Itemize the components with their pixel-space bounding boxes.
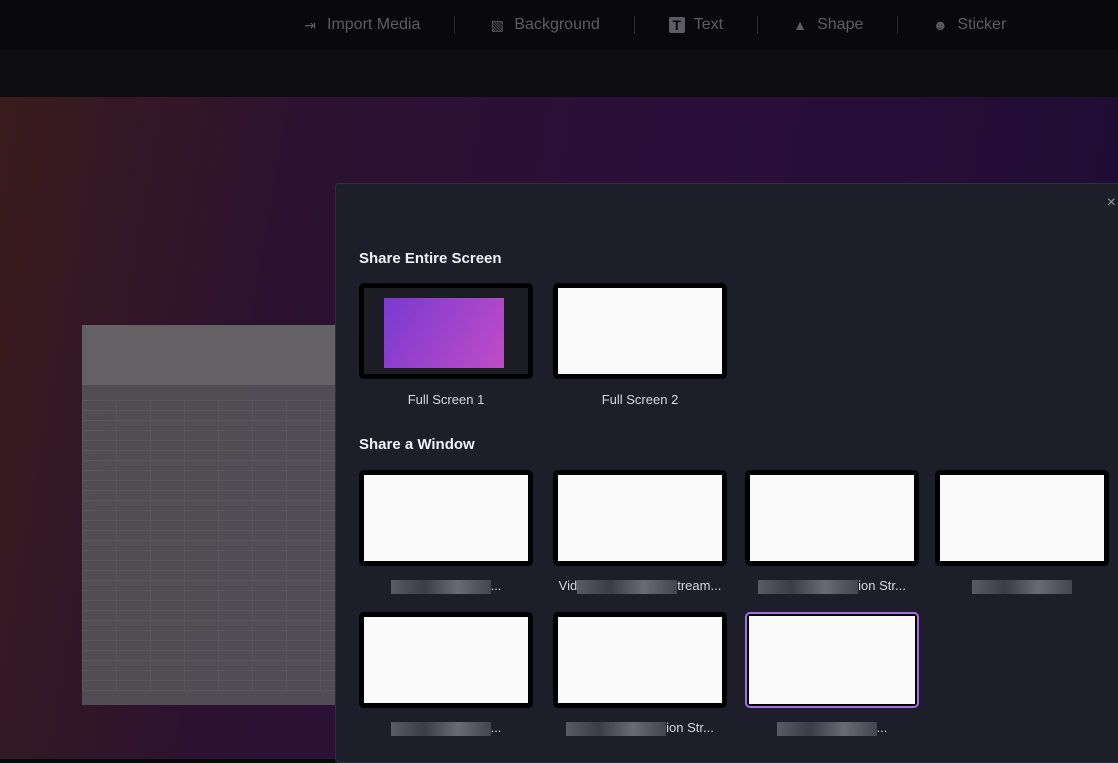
window-thumbnail-3[interactable]	[745, 470, 919, 566]
sticker-icon: ☻	[933, 17, 948, 33]
thumbnail-image	[558, 288, 722, 374]
window-label: ion Str...	[553, 720, 727, 736]
window-thumbnail-5[interactable]	[359, 612, 533, 708]
window-label: Vid tream...	[553, 578, 727, 594]
label-text: Vid	[558, 578, 578, 593]
divider	[633, 16, 635, 34]
close-icon[interactable]: ×	[1107, 194, 1116, 212]
screen-label: Full Screen 1	[359, 392, 533, 407]
shape-icon: ▲	[793, 17, 808, 33]
label-text: ...	[490, 720, 502, 735]
redacted-text	[390, 721, 491, 736]
sub-toolbar	[0, 50, 1118, 97]
background-button[interactable]: ▧ Background	[489, 16, 600, 34]
redacted-text	[566, 721, 667, 736]
label-text: ...	[876, 720, 888, 735]
thumbnail-image	[558, 475, 722, 561]
import-icon: ⇥	[304, 16, 316, 33]
thumbnail-image	[749, 616, 915, 704]
editor-toolbar: ⇥ Import Media ▧ Background T Text ▲ Shape ☻…	[0, 0, 1118, 50]
window-thumbnail-6[interactable]	[553, 612, 727, 708]
spreadsheet-window-preview	[82, 325, 335, 705]
divider	[757, 16, 759, 34]
divider	[454, 16, 456, 34]
thumbnail-image	[364, 617, 528, 703]
redacted-text	[972, 579, 1072, 594]
divider	[897, 16, 899, 34]
screen-thumbnail-2[interactable]	[553, 283, 727, 379]
screen-thumbnail-1[interactable]	[359, 283, 533, 379]
text-icon: T	[668, 17, 685, 33]
label-text: Full Screen 2	[601, 392, 679, 407]
share-screen-dialog: × Share Entire Screen Share a Window Ful…	[335, 183, 1118, 763]
share-window-heading: Share a Window	[359, 436, 475, 453]
thumbnail-image	[940, 475, 1104, 561]
window-label: ...	[745, 720, 919, 736]
window-thumbnail-2[interactable]	[553, 470, 727, 566]
shape-button[interactable]: ▲ Shape	[792, 16, 863, 34]
screen-label: Full Screen 2	[553, 392, 727, 407]
redacted-text	[776, 721, 877, 736]
label-text: ...	[490, 578, 502, 593]
label-text: ion Str...	[666, 720, 714, 735]
redacted-text	[758, 579, 859, 594]
window-label: ion Str...	[745, 578, 919, 594]
share-screen-heading: Share Entire Screen	[359, 250, 502, 267]
window-label: ...	[359, 720, 533, 736]
window-thumbnail-7[interactable]	[745, 612, 919, 708]
thumbnail-image	[364, 288, 528, 374]
thumbnail-image	[364, 475, 528, 561]
window-thumbnail-4[interactable]	[935, 470, 1109, 566]
thumbnail-image	[750, 475, 914, 561]
import-media-button[interactable]: ⇥ Import Media	[302, 16, 420, 34]
redacted-text	[390, 579, 491, 594]
window-label	[935, 578, 1109, 594]
thumbnail-image	[558, 617, 722, 703]
sticker-button[interactable]: ☻ Sticker	[932, 16, 1006, 34]
label-text: ion Str...	[858, 578, 906, 593]
label-text: Full Screen 1	[407, 392, 485, 407]
window-label: ...	[359, 578, 533, 594]
redacted-text	[577, 579, 678, 594]
window-thumbnail-1[interactable]	[359, 470, 533, 566]
background-icon: ▧	[490, 16, 504, 33]
label-text: tream...	[677, 578, 722, 593]
text-button[interactable]: T Text	[668, 16, 723, 34]
